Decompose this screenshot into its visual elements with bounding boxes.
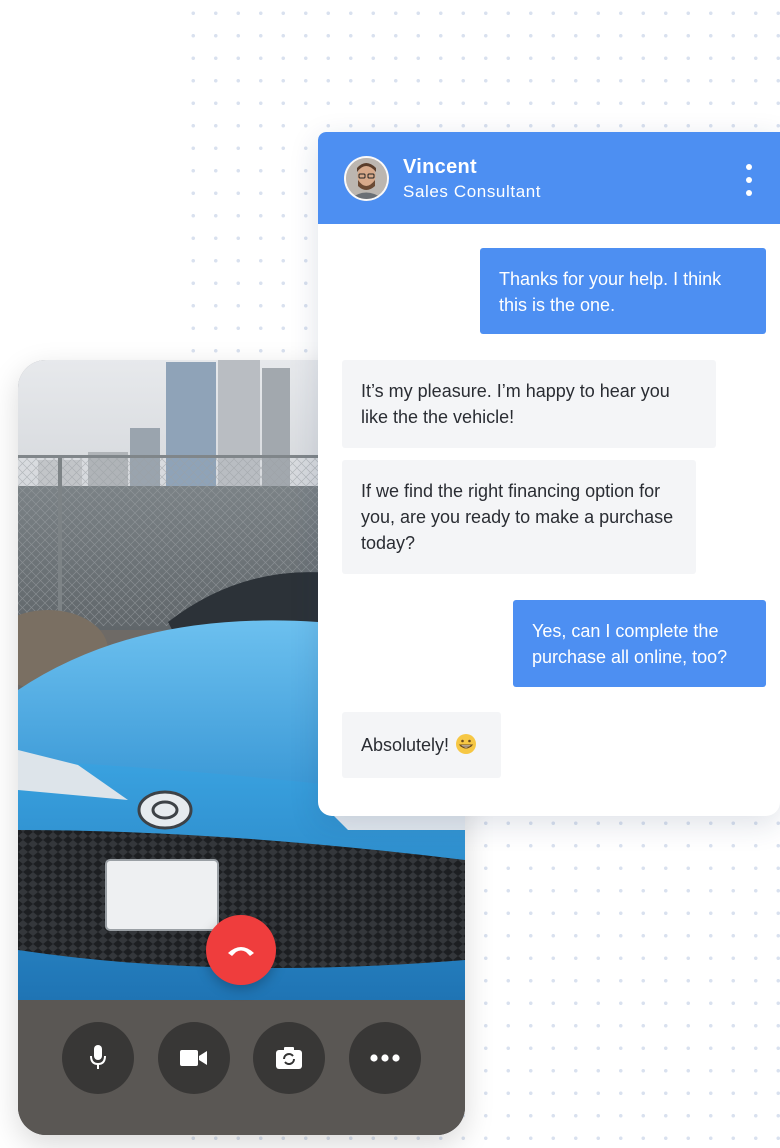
more-options-button[interactable] bbox=[349, 1022, 421, 1094]
message-text: Yes, can I complete the purchase all onl… bbox=[532, 621, 728, 667]
more-horizontal-icon bbox=[370, 1054, 400, 1062]
agent-name: Vincent bbox=[403, 156, 477, 178]
incoming-message: If we find the right financing option fo… bbox=[342, 460, 696, 574]
video-camera-icon bbox=[180, 1050, 207, 1066]
phone-hangup-icon bbox=[228, 947, 254, 956]
switch-camera-icon bbox=[276, 1047, 302, 1069]
outgoing-message: Yes, can I complete the purchase all onl… bbox=[513, 600, 766, 687]
switch-camera-button[interactable] bbox=[253, 1022, 325, 1094]
more-vertical-icon[interactable] bbox=[742, 164, 756, 196]
incoming-message: Absolutely! bbox=[342, 712, 501, 778]
message-text: Thanks for your help. I think this is th… bbox=[499, 269, 722, 315]
message-text: Absolutely! bbox=[361, 735, 450, 755]
mute-microphone-button[interactable] bbox=[62, 1022, 134, 1094]
incoming-message: It’s my pleasure. I’m happy to hear you … bbox=[342, 360, 716, 448]
message-text: It’s my pleasure. I’m happy to hear you … bbox=[361, 381, 670, 427]
agent-role: Sales Consultant bbox=[403, 182, 542, 201]
outgoing-message: Thanks for your help. I think this is th… bbox=[480, 248, 766, 334]
end-call-button[interactable] bbox=[206, 915, 276, 985]
microphone-icon bbox=[90, 1045, 106, 1069]
chat-panel: Vincent Sales Consultant Thanks for your… bbox=[318, 132, 780, 816]
avatar bbox=[344, 156, 389, 201]
message-text: If we find the right financing option fo… bbox=[361, 481, 674, 553]
grinning-face-emoji-icon bbox=[456, 734, 477, 754]
toggle-camera-button[interactable] bbox=[158, 1022, 230, 1094]
chat-header: Vincent Sales Consultant bbox=[318, 132, 780, 224]
